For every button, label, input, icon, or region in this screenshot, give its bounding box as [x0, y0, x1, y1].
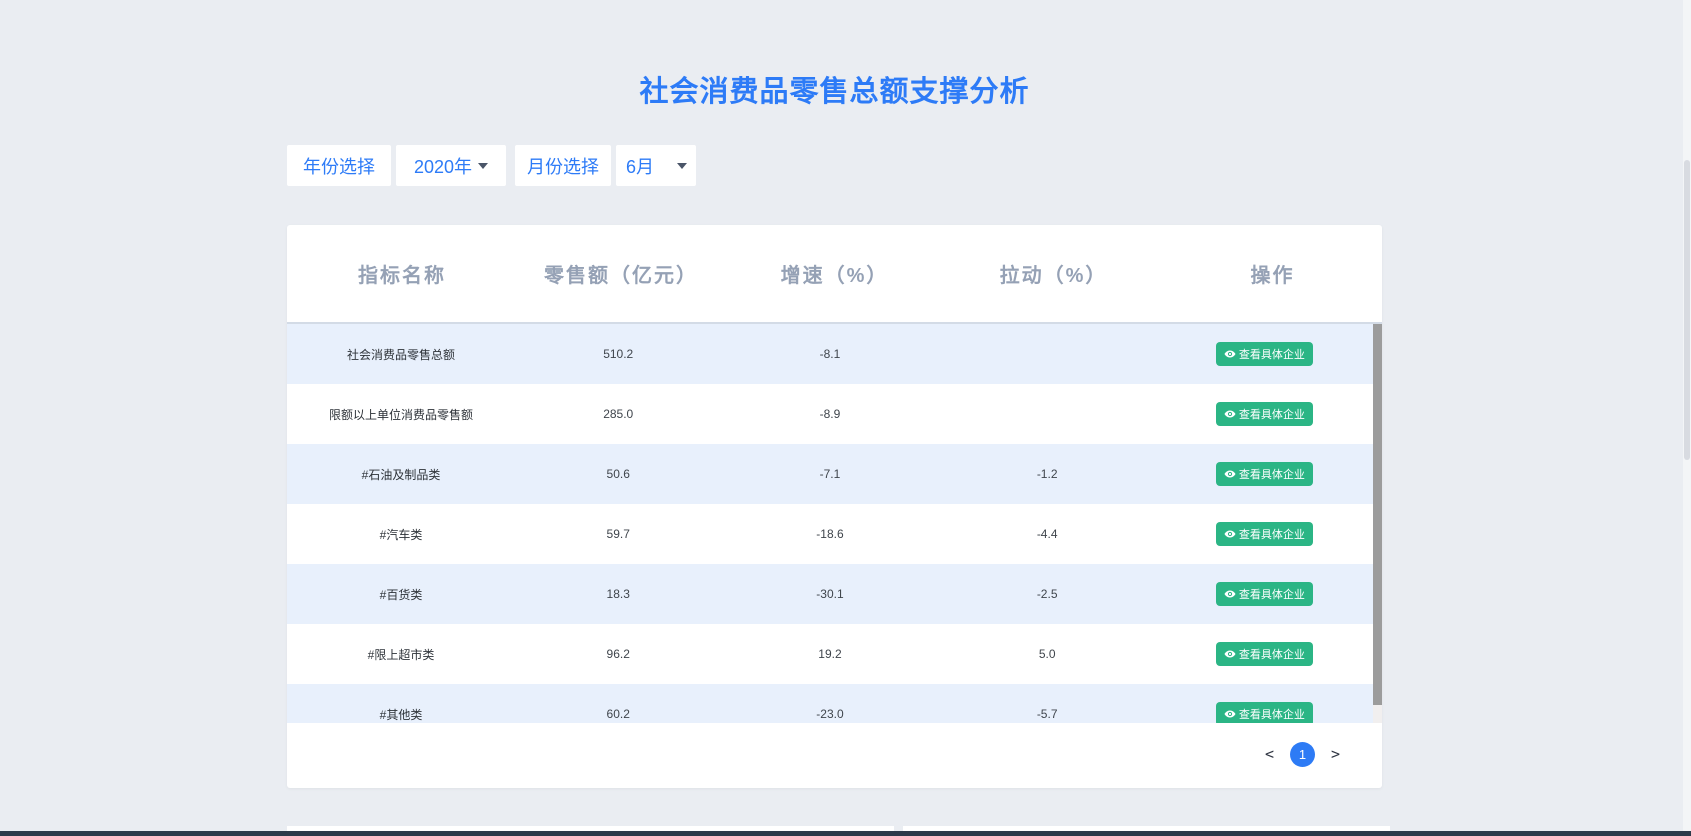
eye-icon: [1224, 528, 1236, 540]
cell-retail-amount: 60.2: [515, 707, 721, 721]
table-row: #限上超市类 96.2 19.2 5.0 查看具体企业: [287, 624, 1373, 684]
column-header-retail-amount: 零售额（亿元）: [517, 259, 725, 288]
view-companies-button[interactable]: 查看具体企业: [1216, 582, 1313, 606]
cell-pull-rate: 5.0: [939, 647, 1156, 661]
cell-indicator-name: 限额以上单位消费品零售额: [287, 406, 515, 423]
view-companies-label: 查看具体企业: [1239, 646, 1305, 662]
chevron-down-icon: [478, 163, 488, 169]
table-scrollbar-track[interactable]: [1373, 324, 1382, 723]
cell-action: 查看具体企业: [1156, 402, 1373, 426]
eye-icon: [1224, 468, 1236, 480]
page-scrollbar-track[interactable]: [1683, 0, 1691, 831]
cell-retail-amount: 59.7: [515, 527, 721, 541]
prev-page-button[interactable]: <: [1265, 747, 1274, 762]
cell-action: 查看具体企业: [1156, 522, 1373, 546]
cell-growth-rate: -23.0: [721, 707, 938, 721]
table-row: #石油及制品类 50.6 -7.1 -1.2 查看具体企业: [287, 444, 1373, 504]
cell-indicator-name: #汽车类: [287, 526, 515, 543]
table-row: #百货类 18.3 -30.1 -2.5 查看具体企业: [287, 564, 1373, 624]
cell-growth-rate: 19.2: [721, 647, 938, 661]
view-companies-button[interactable]: 查看具体企业: [1216, 342, 1313, 366]
view-companies-label: 查看具体企业: [1239, 706, 1305, 722]
cell-retail-amount: 96.2: [515, 647, 721, 661]
month-select[interactable]: 6月: [616, 145, 696, 186]
eye-icon: [1224, 588, 1236, 600]
cell-action: 查看具体企业: [1156, 462, 1373, 486]
view-companies-label: 查看具体企业: [1239, 526, 1305, 542]
table-row: 社会消费品零售总额 510.2 -8.1 查看具体企业: [287, 324, 1373, 384]
table-scrollbar-thumb[interactable]: [1373, 324, 1382, 705]
view-companies-label: 查看具体企业: [1239, 406, 1305, 422]
cell-growth-rate: -7.1: [721, 467, 938, 481]
cell-growth-rate: -30.1: [721, 587, 938, 601]
page-scrollbar-thumb[interactable]: [1684, 160, 1690, 460]
view-companies-label: 查看具体企业: [1239, 586, 1305, 602]
page-title: 社会消费品零售总额支撑分析: [287, 68, 1382, 110]
cell-retail-amount: 285.0: [515, 407, 721, 421]
eye-icon: [1224, 648, 1236, 660]
cell-pull-rate: -4.4: [939, 527, 1156, 541]
eye-icon: [1224, 348, 1236, 360]
year-filter-label: 年份选择: [287, 145, 391, 186]
table-header-row: 指标名称 零售额（亿元） 增速（%） 拉动（%） 操作: [287, 225, 1382, 324]
cell-indicator-name: #限上超市类: [287, 646, 515, 663]
cell-growth-rate: -18.6: [721, 527, 938, 541]
view-companies-button[interactable]: 查看具体企业: [1216, 642, 1313, 666]
cell-indicator-name: #百货类: [287, 586, 515, 603]
cell-growth-rate: -8.1: [721, 347, 938, 361]
table-row: 限额以上单位消费品零售额 285.0 -8.9 查看具体企业: [287, 384, 1373, 444]
filter-bar: 年份选择 2020年 月份选择 6月: [287, 145, 696, 186]
cell-indicator-name: #其他类: [287, 706, 515, 723]
table-row: #汽车类 59.7 -18.6 -4.4 查看具体企业: [287, 504, 1373, 564]
column-header-indicator-name: 指标名称: [287, 259, 517, 288]
cell-pull-rate: -1.2: [939, 467, 1156, 481]
analysis-table-card: 指标名称 零售额（亿元） 增速（%） 拉动（%） 操作 社会消费品零售总额 51…: [287, 225, 1382, 788]
cell-retail-amount: 510.2: [515, 347, 721, 361]
cell-action: 查看具体企业: [1156, 582, 1373, 606]
column-header-growth-rate: 增速（%）: [725, 259, 944, 288]
view-companies-button[interactable]: 查看具体企业: [1216, 402, 1313, 426]
cell-indicator-name: #石油及制品类: [287, 466, 515, 483]
pagination: < 1 >: [287, 723, 1382, 785]
table-body: 社会消费品零售总额 510.2 -8.1 查看具体企业 限额以上单位消费品零售额…: [287, 324, 1382, 723]
view-companies-button[interactable]: 查看具体企业: [1216, 702, 1313, 723]
cell-retail-amount: 50.6: [515, 467, 721, 481]
table-row: #其他类 60.2 -23.0 -5.7 查看具体企业: [287, 684, 1373, 723]
eye-icon: [1224, 408, 1236, 420]
column-header-actions: 操作: [1163, 259, 1382, 288]
eye-icon: [1224, 708, 1236, 720]
current-page-button[interactable]: 1: [1290, 742, 1315, 767]
cell-retail-amount: 18.3: [515, 587, 721, 601]
view-companies-label: 查看具体企业: [1239, 346, 1305, 362]
chevron-down-icon: [677, 163, 687, 169]
view-companies-button[interactable]: 查看具体企业: [1216, 522, 1313, 546]
column-header-pull-rate: 拉动（%）: [944, 259, 1163, 288]
cell-indicator-name: 社会消费品零售总额: [287, 346, 515, 363]
year-select-value: 2020年: [414, 153, 472, 179]
month-filter-label: 月份选择: [515, 145, 611, 186]
view-companies-button[interactable]: 查看具体企业: [1216, 462, 1313, 486]
cell-growth-rate: -8.9: [721, 407, 938, 421]
cell-pull-rate: -2.5: [939, 587, 1156, 601]
cell-pull-rate: -5.7: [939, 707, 1156, 721]
month-select-value: 6月: [626, 153, 654, 179]
cell-action: 查看具体企业: [1156, 642, 1373, 666]
cell-action: 查看具体企业: [1156, 342, 1373, 366]
year-select[interactable]: 2020年: [396, 145, 506, 186]
view-companies-label: 查看具体企业: [1239, 466, 1305, 482]
bottom-bar: [0, 831, 1691, 836]
next-page-button[interactable]: >: [1331, 747, 1340, 762]
cell-action: 查看具体企业: [1156, 702, 1373, 723]
